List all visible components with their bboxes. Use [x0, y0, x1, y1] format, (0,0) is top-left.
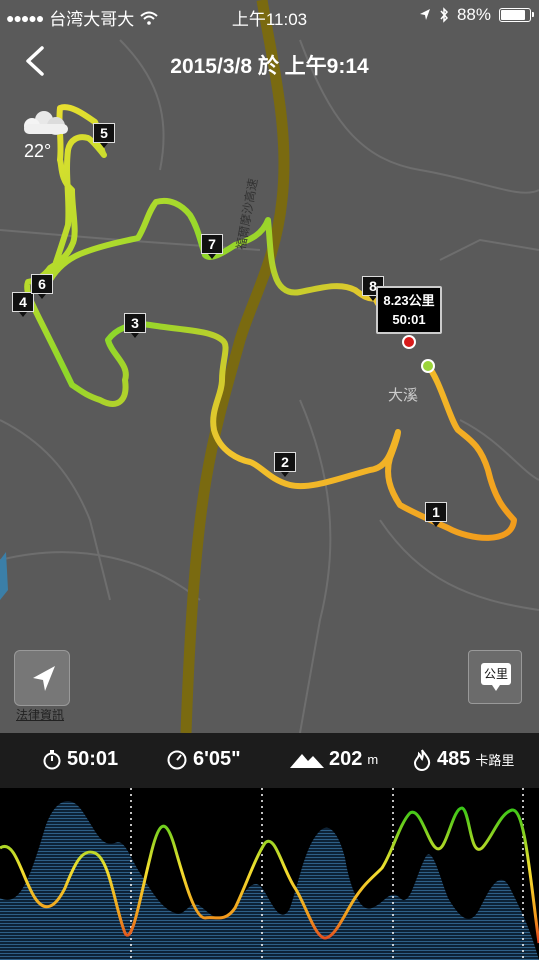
place-label: 大溪 [388, 387, 419, 404]
calories-stat: 485 卡路里 [412, 748, 514, 771]
unit-label: 公里 [481, 663, 511, 691]
pace-value: 6'05" [193, 748, 241, 770]
end-point [402, 335, 416, 349]
page-title: 2015/3/8 於 上午9:14 [170, 55, 369, 78]
km-marker-label: 7 [201, 234, 223, 254]
stats-bar: 50:01 6'05" 202 m 485 卡路里 [0, 733, 539, 788]
elevation-stat: 202 m [290, 748, 378, 771]
elevation-unit: m [367, 752, 379, 767]
start-point [421, 359, 435, 373]
highway [180, 0, 290, 733]
locate-button[interactable] [14, 650, 70, 706]
unit-toggle-button[interactable]: 公里 [468, 650, 522, 704]
elevation-value: 202 [329, 748, 363, 770]
speedometer-icon [167, 750, 187, 769]
location-arrow-icon [33, 666, 55, 691]
map-view[interactable]: 福爾摩沙高速 大溪 林 1 2 3 4 5 6 7 8 8.23公里 50:01… [0, 0, 539, 733]
callout-time: 50:01 [392, 312, 426, 327]
mountain-icon [290, 753, 324, 768]
elevation-area [0, 801, 539, 960]
km-marker-label: 6 [31, 274, 53, 294]
calories-value: 485 [437, 748, 471, 770]
distance-callout: 8.23公里 50:01 [376, 286, 442, 334]
bluetooth-icon [440, 7, 448, 23]
duration-value: 50:01 [67, 748, 119, 770]
km-marker-label: 3 [124, 313, 146, 333]
km-marker-1[interactable]: 1 [425, 502, 447, 527]
pace-stat: 6'05" [166, 748, 241, 771]
km-marker-6[interactable]: 6 [31, 274, 53, 299]
stopwatch-icon [43, 749, 61, 769]
km-marker-label: 5 [93, 123, 115, 143]
temperature: 22° [24, 141, 52, 161]
street-lines [0, 39, 539, 733]
status-bar: ●●●●● 台湾大哥大 上午11:03 88% [0, 0, 539, 30]
callout-distance: 8.23公里 [383, 293, 435, 308]
duration-stat: 50:01 [42, 748, 118, 771]
km-marker-label: 1 [425, 502, 447, 522]
km-marker-3[interactable]: 3 [124, 313, 146, 338]
legal-link[interactable]: 法律資訊 [16, 706, 64, 723]
calories-unit: 卡路里 [475, 753, 515, 768]
map-canvas [0, 0, 539, 733]
flame-icon [413, 748, 431, 771]
location-services-icon [419, 9, 430, 20]
km-marker-label: 2 [274, 452, 296, 472]
km-marker-5[interactable]: 5 [93, 123, 115, 148]
battery-percent: 88% [456, 5, 491, 24]
battery-icon [499, 8, 534, 22]
km-marker-2[interactable]: 2 [274, 452, 296, 477]
km-marker-7[interactable]: 7 [201, 234, 223, 259]
elevation-pace-chart[interactable] [0, 788, 539, 960]
